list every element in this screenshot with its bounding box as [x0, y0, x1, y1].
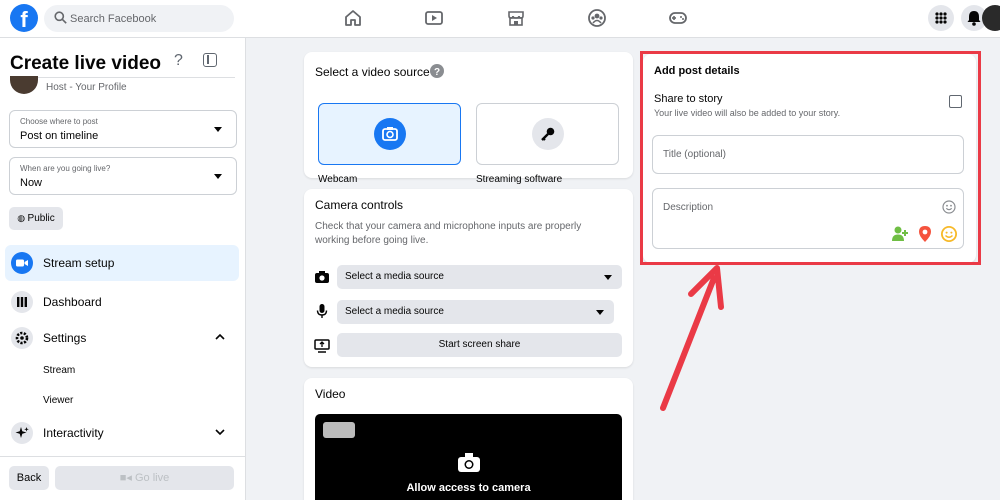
home-icon[interactable]	[343, 8, 363, 28]
menu-item-label: Dashboard	[43, 295, 102, 309]
sparkle-icon	[11, 422, 33, 444]
help-icon[interactable]: ?	[174, 52, 183, 70]
microphone-source-select[interactable]: Select a media source	[337, 300, 614, 324]
video-preview: Allow access to camera	[315, 414, 622, 500]
camera-icon	[11, 252, 33, 274]
gaming-icon[interactable]	[668, 8, 688, 28]
key-icon	[532, 118, 564, 150]
menu-grid-icon	[935, 12, 947, 24]
webcam-option[interactable]	[318, 103, 461, 165]
video-preview-card: Video Allow access to camera	[304, 378, 633, 500]
camera-controls-title: Camera controls	[315, 198, 404, 212]
select-caption: When are you going live?	[20, 164, 111, 173]
red-arrow-annotation	[660, 265, 724, 411]
info-icon[interactable]: ?	[430, 64, 444, 78]
camera-icon	[315, 271, 329, 283]
go-live-label: Go live	[134, 472, 170, 484]
chevron-down-icon	[215, 429, 225, 436]
select-caption: Choose where to post	[20, 117, 98, 126]
sidebar-subitem-stream[interactable]: Stream	[43, 365, 75, 376]
start-screen-share-button[interactable]: Start screen share	[337, 333, 622, 357]
divider	[0, 456, 246, 457]
privacy-public-button[interactable]: ◍ Public	[9, 207, 63, 230]
sidebar-subitem-viewer[interactable]: Viewer	[43, 395, 73, 406]
menu-item-interactivity[interactable]: Interactivity	[5, 415, 239, 451]
menu-item-stream-setup[interactable]: Stream setup	[5, 245, 239, 281]
streaming-software-option[interactable]	[476, 103, 619, 165]
divider	[10, 77, 235, 78]
video-title: Video	[315, 387, 346, 401]
video-camera-icon: ■◂	[119, 472, 135, 484]
host-label: Host - Your Profile	[46, 82, 127, 93]
camera-icon	[458, 453, 480, 472]
left-sidebar: Create live video ? Host - Your Profile …	[0, 38, 246, 500]
privacy-label: Public	[27, 213, 55, 224]
microphone-icon	[316, 304, 328, 318]
facebook-logo[interactable]: f	[10, 4, 38, 32]
camera-icon	[374, 118, 406, 150]
caret-down-icon	[596, 310, 604, 315]
caret-down-icon	[214, 127, 222, 132]
top-navigation-bar: f	[0, 0, 1000, 38]
allow-camera-access-link[interactable]: Allow access to camera	[315, 482, 622, 494]
video-source-title: Select a video source	[315, 65, 430, 79]
watch-icon[interactable]	[424, 8, 444, 28]
preview-badge	[323, 422, 355, 438]
go-live-button[interactable]: ■◂ Go live	[55, 466, 234, 490]
search-box[interactable]	[44, 5, 234, 32]
screen-share-icon	[314, 339, 330, 353]
caret-down-icon	[214, 174, 222, 179]
search-icon	[54, 11, 67, 24]
collapse-panel-icon[interactable]	[203, 53, 217, 67]
groups-icon[interactable]	[587, 8, 607, 28]
menu-item-label: Interactivity	[43, 426, 104, 440]
search-input[interactable]	[70, 5, 230, 32]
highlight-box-annotation	[640, 51, 981, 265]
svg-text:?: ?	[434, 67, 440, 78]
select-value: Post on timeline	[20, 130, 99, 142]
select-value: Now	[20, 177, 43, 189]
camera-controls-description: Check that your camera and microphone in…	[315, 221, 582, 246]
marketplace-icon[interactable]	[506, 8, 526, 28]
menu-item-label: Stream setup	[43, 256, 115, 270]
host-avatar	[10, 76, 38, 94]
select-value: Select a media source	[345, 306, 444, 317]
dashboard-icon	[11, 291, 33, 313]
chevron-up-icon	[215, 333, 225, 340]
camera-controls-card: Camera controls Check that your camera a…	[304, 189, 633, 367]
back-button[interactable]: Back	[9, 466, 49, 490]
menu-item-label: Settings	[43, 331, 87, 345]
globe-icon: ◍	[17, 213, 28, 223]
menu-item-settings[interactable]: Settings	[5, 320, 239, 356]
where-to-post-select[interactable]: Choose where to post Post on timeline	[9, 110, 237, 148]
page-title: Create live video	[10, 53, 162, 74]
when-live-select[interactable]: When are you going live? Now	[9, 157, 237, 195]
camera-source-select[interactable]: Select a media source	[337, 265, 622, 289]
select-value: Select a media source	[345, 271, 444, 282]
caret-down-icon	[604, 275, 612, 280]
video-source-card: Select a video source ? Webcam Streaming…	[304, 52, 633, 185]
webcam-label: Webcam	[318, 174, 358, 185]
streaming-software-label: Streaming software	[476, 174, 563, 185]
menu-grid-button[interactable]	[928, 5, 954, 31]
gear-icon	[11, 327, 33, 349]
menu-item-dashboard[interactable]: Dashboard	[5, 284, 239, 320]
